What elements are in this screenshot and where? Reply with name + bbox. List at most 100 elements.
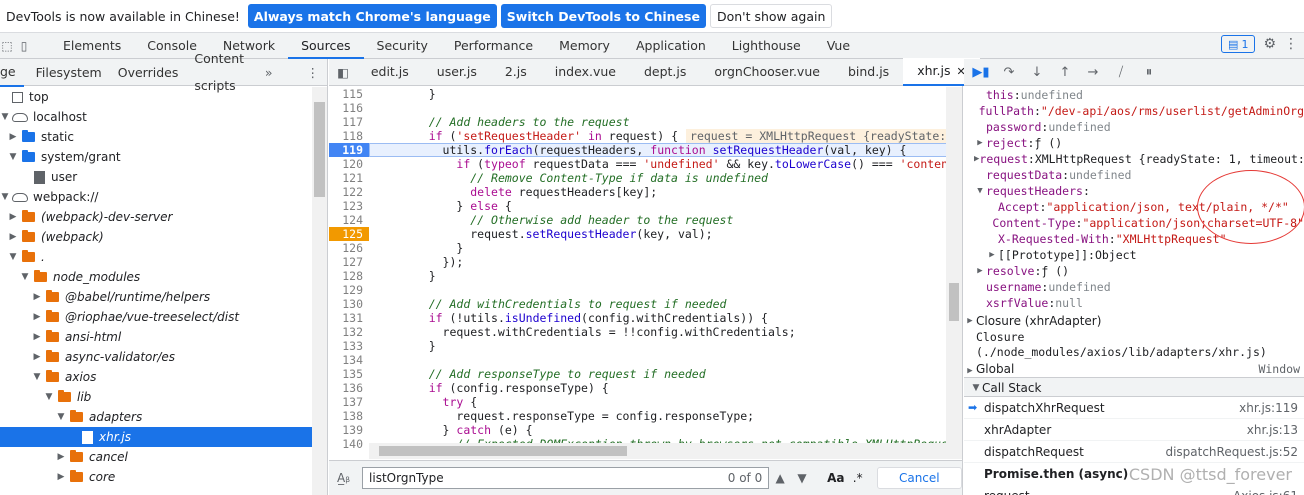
editor-tab[interactable]: 2.js <box>491 58 541 86</box>
tree-item[interactable]: ▼. <box>0 247 312 267</box>
tab-sources[interactable]: Sources <box>288 33 364 59</box>
step-out-icon[interactable]: ↑ <box>1054 62 1076 82</box>
call-frame[interactable]: xhrAdapter xhr.js:13 <box>964 419 1304 441</box>
tree-item[interactable]: ▼ adapters <box>0 407 312 427</box>
deactivate-breakpoints-icon[interactable]: ⧸ <box>1110 62 1132 82</box>
collapsed-arrow-icon[interactable]: ▶ <box>8 207 18 227</box>
scope-property[interactable]: xsrfValue: null <box>964 295 1304 311</box>
line-number[interactable]: 139 <box>329 423 369 437</box>
expanded-arrow-icon[interactable]: ▼ <box>56 407 66 427</box>
expanded-arrow-icon[interactable]: ▼ <box>974 183 986 199</box>
line-number[interactable]: 122 <box>329 185 369 199</box>
scope-property[interactable]: Content-Type: "application/json;charset=… <box>964 215 1304 231</box>
line-number[interactable]: 115 <box>329 87 369 101</box>
line-number[interactable]: 124 <box>329 213 369 227</box>
line-number[interactable]: 130 <box>329 297 369 311</box>
tree-item[interactable]: ▶ (webpack)-dev-server <box>0 207 312 227</box>
search-previous-icon[interactable]: ▲ <box>769 471 791 485</box>
call-frame[interactable]: dispatchXhrRequest xhr.js:119 <box>964 397 1304 419</box>
collapsed-arrow-icon[interactable]: ▶ <box>32 287 42 307</box>
expanded-arrow-icon[interactable]: ▼ <box>8 147 18 167</box>
scope-property[interactable]: ▶ reject: ƒ () <box>964 135 1304 151</box>
tree-item[interactable]: xhr.js <box>0 427 312 447</box>
scope-property[interactable]: X-Requested-With: "XMLHttpRequest" <box>964 231 1304 247</box>
tree-item[interactable]: ▶ @riophae/vue-treeselect/dist <box>0 307 312 327</box>
editor-tab[interactable]: user.js <box>423 58 491 86</box>
tab-vue[interactable]: Vue <box>814 33 863 59</box>
tab-elements[interactable]: Elements <box>50 33 134 59</box>
collapsed-arrow-icon[interactable]: ▶ <box>56 467 66 487</box>
tab-application[interactable]: Application <box>623 33 719 59</box>
tree-item[interactable]: ▶ ansi-html <box>0 327 312 347</box>
step-icon[interactable]: → <box>1082 62 1104 82</box>
tree-item[interactable]: user <box>0 167 312 187</box>
regex-button[interactable]: .* <box>847 471 869 485</box>
tree-item[interactable]: ▼ system/grant <box>0 147 312 167</box>
code-view[interactable]: 115 } 116 117 // Add headers to the reques… <box>329 87 947 459</box>
line-number[interactable]: 123 <box>329 199 369 213</box>
tree-item[interactable]: ▶ static <box>0 127 312 147</box>
line-number[interactable]: 116 <box>329 101 369 115</box>
switch-language-button[interactable]: Switch DevTools to Chinese <box>500 4 706 28</box>
scope-property[interactable]: ▶ [[Prototype]]: Object <box>964 247 1304 263</box>
closure-xhradapter[interactable]: ▶ Closure (xhrAdapter) <box>964 312 1304 330</box>
match-language-button[interactable]: Always match Chrome's language <box>247 4 497 28</box>
editor-tab[interactable]: orgnChooser.vue <box>700 58 834 86</box>
expanded-arrow-icon[interactable]: ▼ <box>8 247 18 267</box>
line-number[interactable]: 135 <box>329 367 369 381</box>
collapsed-arrow-icon[interactable]: ▶ <box>8 227 18 247</box>
expanded-arrow-icon[interactable]: ▼ <box>0 107 10 127</box>
tab-performance[interactable]: Performance <box>441 33 546 59</box>
match-case-button[interactable]: Aa <box>825 471 847 485</box>
scope-property[interactable]: Accept: "application/json, text/plain, *… <box>964 199 1304 215</box>
tree-item[interactable]: ▶ @babel/runtime/helpers <box>0 287 312 307</box>
line-number[interactable]: 138 <box>329 409 369 423</box>
tree-item[interactable]: ▶ core <box>0 467 312 487</box>
tree-item[interactable]: ▶ async-validator/es <box>0 347 312 367</box>
tree-item[interactable]: ▶ (webpack) <box>0 227 312 247</box>
line-number[interactable]: 131 <box>329 311 369 325</box>
code-vertical-scrollbar[interactable] <box>946 87 962 459</box>
scrollbar-thumb[interactable] <box>379 446 627 456</box>
global-scope[interactable]: ▶ Global Window <box>964 360 1304 377</box>
scrollbar-thumb[interactable] <box>949 283 959 321</box>
collapsed-arrow-icon[interactable]: ▶ <box>8 127 18 147</box>
scope-property[interactable]: requestData: undefined <box>964 167 1304 183</box>
closure-xhrjs[interactable]: Closure (./node_modules/axios/lib/adapte… <box>964 330 1304 360</box>
collapsed-arrow-icon[interactable]: ▶ <box>974 135 986 151</box>
line-number[interactable]: 126 <box>329 241 369 255</box>
tree-item[interactable]: ▶ cancel <box>0 447 312 467</box>
scope-property[interactable]: fullPath: "/dev-api/aos/rms/userlist/get… <box>964 103 1304 119</box>
line-number[interactable]: 120 <box>329 157 369 171</box>
scope-property[interactable]: this: undefined <box>964 87 1304 103</box>
line-number[interactable]: 125 <box>329 227 369 241</box>
line-number[interactable]: 137 <box>329 395 369 409</box>
code-horizontal-scrollbar[interactable] <box>369 443 947 459</box>
replace-toggle-icon[interactable]: A̲ᵦ <box>337 471 350 485</box>
line-number[interactable]: 132 <box>329 325 369 339</box>
call-stack-header[interactable]: ▼ Call Stack <box>964 377 1304 397</box>
editor-tab[interactable]: bind.js <box>834 58 903 86</box>
navigator-menu-icon[interactable]: ⋮ <box>299 59 328 86</box>
line-number[interactable]: 129 <box>329 283 369 297</box>
step-into-icon[interactable]: ↓ <box>1026 62 1048 82</box>
inspect-element-icon[interactable]: ⬚ <box>0 36 14 56</box>
tree-item[interactable]: ▼ webpack:// <box>0 187 312 207</box>
call-frame[interactable]: dispatchRequest dispatchRequest.js:52 <box>964 441 1304 463</box>
tab-lighthouse[interactable]: Lighthouse <box>719 33 814 59</box>
tab-filesystem[interactable]: Filesystem <box>24 59 110 86</box>
scope-property[interactable]: password: undefined <box>964 119 1304 135</box>
line-number[interactable]: 117 <box>329 115 369 129</box>
collapsed-arrow-icon[interactable]: ▶ <box>974 263 986 279</box>
scrollbar-thumb[interactable] <box>314 102 325 197</box>
resume-icon[interactable]: ▶▮ <box>970 62 992 82</box>
editor-tab[interactable]: index.vue <box>541 58 630 86</box>
line-number[interactable]: 140 <box>329 437 369 451</box>
tab-page[interactable]: ge <box>0 58 24 87</box>
line-number[interactable]: 133 <box>329 339 369 353</box>
call-frame[interactable]: request Axios.js:61 <box>964 485 1304 495</box>
tab-overrides[interactable]: Overrides <box>110 59 187 86</box>
line-number[interactable]: 121 <box>329 171 369 185</box>
more-tabs-icon[interactable]: » <box>257 59 281 86</box>
editor-tab[interactable]: edit.js <box>357 58 423 86</box>
